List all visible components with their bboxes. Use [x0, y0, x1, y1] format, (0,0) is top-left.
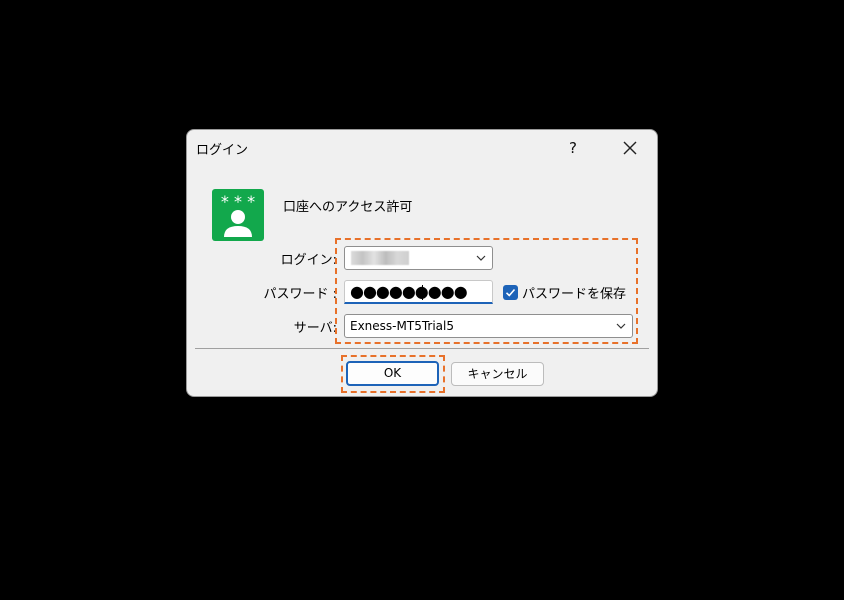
title-bar: ログイン ? — [187, 130, 657, 166]
divider — [195, 348, 649, 349]
close-icon — [623, 141, 637, 155]
text-caret — [422, 285, 423, 300]
chevron-down-icon — [616, 323, 626, 329]
login-combobox[interactable] — [344, 246, 493, 270]
ok-button[interactable]: OK — [346, 361, 439, 386]
access-heading: 口座へのアクセス許可 — [283, 200, 413, 215]
login-dialog: ログイン ? * * * 口座へのアクセス許可 ログイン: パスワード : ●●… — [186, 129, 658, 397]
server-value: Exness-MT5Trial5 — [350, 319, 454, 333]
cancel-button[interactable]: キャンセル — [451, 362, 544, 386]
checkmark-icon — [505, 288, 516, 297]
user-key-icon: * * * — [212, 189, 264, 241]
password-label: パスワード : — [263, 287, 337, 302]
password-masked-value: ●●●●●●●●● — [350, 282, 468, 301]
chevron-down-icon — [476, 255, 486, 261]
password-field[interactable]: ●●●●●●●●● — [344, 280, 493, 304]
redacted-login-value — [351, 251, 409, 265]
save-password-label[interactable]: パスワードを保存 — [522, 283, 626, 302]
close-button[interactable] — [613, 134, 647, 162]
help-button[interactable]: ? — [557, 134, 589, 162]
dialog-title: ログイン — [196, 143, 249, 158]
server-combobox[interactable]: Exness-MT5Trial5 — [344, 314, 633, 338]
server-label: サーバ: — [293, 321, 337, 336]
login-label: ログイン: — [280, 253, 337, 268]
save-password-checkbox[interactable] — [503, 285, 518, 300]
svg-text:* * *: * * * — [221, 192, 255, 211]
